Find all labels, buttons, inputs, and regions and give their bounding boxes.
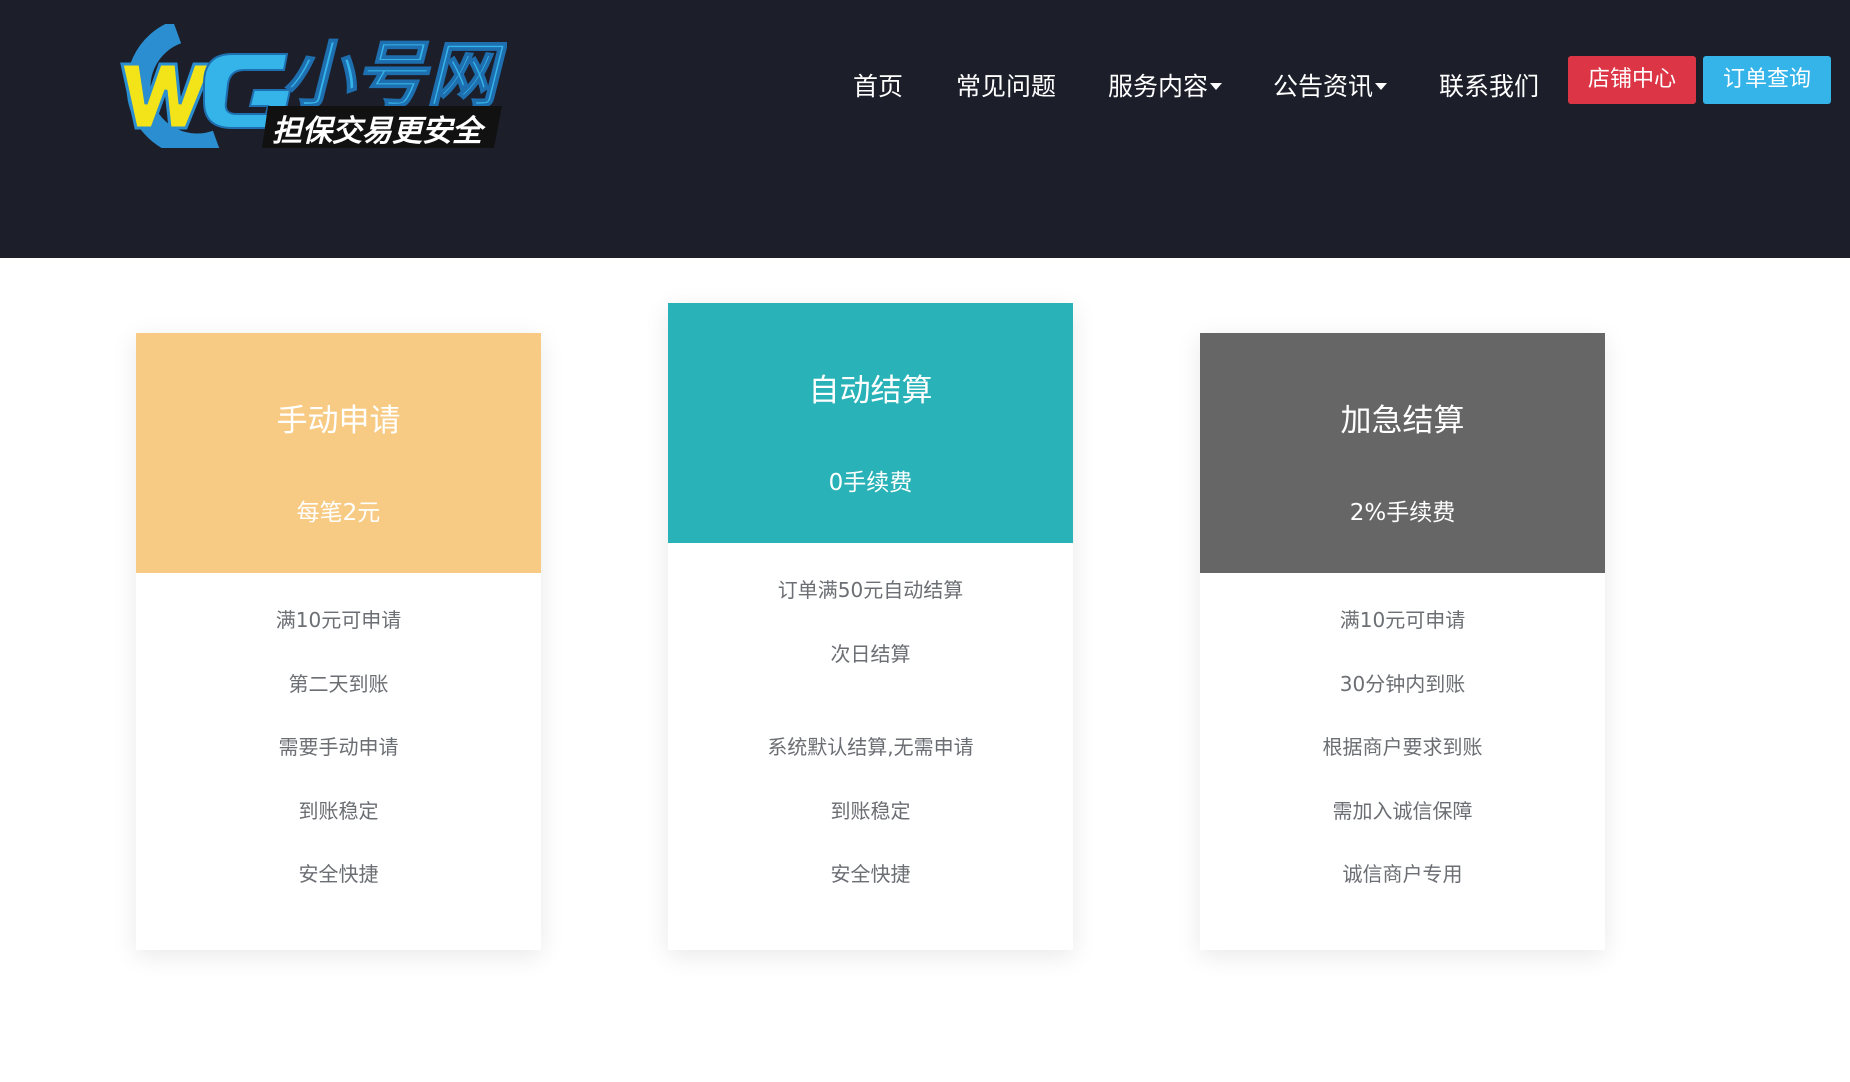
card-title: 加急结算 — [1340, 403, 1465, 439]
chevron-down-icon — [1210, 82, 1223, 90]
svg-text:担保交易更安全: 担保交易更安全 — [272, 114, 486, 148]
card-feature: 安全快捷 — [830, 862, 911, 886]
nav-services[interactable]: 服务内容 — [1108, 68, 1223, 106]
card-feature: 到账稳定 — [830, 799, 911, 823]
pricing-card-manual: 手动申请 每笔2元 满10元可申请 第二天到账 需要手动申请 到账稳定 安全快捷 — [136, 333, 541, 950]
svg-text:小号网: 小号网 — [282, 33, 507, 117]
card-feature: 需加入诚信保障 — [1332, 799, 1473, 823]
card-title: 自动结算 — [808, 373, 933, 409]
card-feature: 系统默认结算,无需申请 — [767, 735, 974, 759]
card-price: 0手续费 — [828, 470, 913, 496]
shop-center-button[interactable]: 店铺中心 — [1568, 56, 1696, 104]
nav-announcements[interactable]: 公告资讯 — [1273, 68, 1388, 106]
card-feature: 满10元可申请 — [1339, 608, 1466, 632]
card-header: 自动结算 0手续费 — [668, 303, 1073, 543]
card-feature: 需要手动申请 — [278, 735, 399, 759]
card-feature: 30分钟内到账 — [1339, 672, 1466, 696]
card-feature: 订单满50元自动结算 — [777, 578, 964, 602]
site-logo[interactable]: 小号网 担保交易更安全 — [82, 24, 507, 148]
card-feature: 诚信商户专用 — [1342, 862, 1463, 886]
card-feature: 根据商户要求到账 — [1322, 735, 1483, 759]
nav-contact[interactable]: 联系我们 — [1439, 68, 1539, 106]
card-price: 2%手续费 — [1349, 500, 1456, 526]
chevron-down-icon — [1375, 82, 1388, 90]
card-price: 每笔2元 — [296, 500, 381, 526]
nav-home[interactable]: 首页 — [853, 68, 903, 106]
card-feature: 满10元可申请 — [275, 608, 402, 632]
pricing-card-auto: 自动结算 0手续费 订单满50元自动结算 次日结算 系统默认结算,无需申请 到账… — [668, 303, 1073, 950]
card-header: 手动申请 每笔2元 — [136, 333, 541, 573]
card-feature: 第二天到账 — [288, 672, 389, 696]
card-header: 加急结算 2%手续费 — [1200, 333, 1605, 573]
card-feature: 次日结算 — [830, 642, 911, 666]
card-feature: 安全快捷 — [298, 862, 379, 886]
nav-faq[interactable]: 常见问题 — [956, 68, 1056, 106]
pricing-card-urgent: 加急结算 2%手续费 满10元可申请 30分钟内到账 根据商户要求到账 需加入诚… — [1200, 333, 1605, 950]
card-title: 手动申请 — [276, 403, 401, 439]
order-query-button[interactable]: 订单查询 — [1703, 56, 1831, 104]
card-feature: 到账稳定 — [298, 799, 379, 823]
site-header: 小号网 担保交易更安全 首页 常见问题 服务内容 公告资讯 联系我们 店铺中心 … — [0, 0, 1850, 258]
